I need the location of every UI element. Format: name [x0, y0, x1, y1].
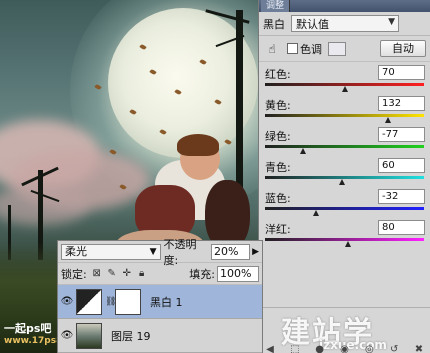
pink-cloud	[0, 185, 90, 225]
preset-value: 默认值	[296, 17, 329, 31]
image-layer-thumbnail	[76, 322, 102, 349]
layers-blend-row: 柔光 ▼ 不透明度: 20% ▶	[58, 238, 262, 267]
panel-footer-icons: ◀ ⬚ ● ◉ ◎ ↺ ✖	[263, 344, 426, 353]
slider-row: 蓝色: -32	[259, 186, 430, 217]
chevron-down-icon: ▼	[149, 246, 157, 257]
panel-footer: 建站学 jzxue.com ◀ ⬚ ● ◉ ◎ ↺ ✖	[259, 307, 430, 353]
layer-row-19[interactable]: 👁︎ 图层 19	[58, 319, 262, 353]
back-arrow-icon[interactable]: ◀	[263, 344, 277, 353]
delete-icon[interactable]: ✖	[412, 344, 426, 353]
slider-thumb[interactable]	[345, 241, 352, 247]
opacity-field[interactable]: 20%	[211, 243, 251, 260]
adjustment-layer-thumbnail	[76, 288, 102, 315]
layer-mask-thumbnail[interactable]	[115, 288, 141, 315]
tint-checkbox[interactable]	[287, 43, 298, 54]
slider-thumb[interactable]	[342, 86, 348, 92]
tint-label: 色调	[300, 42, 322, 56]
lock-all-icon[interactable]: 🔒︎	[136, 268, 148, 279]
slider-label: 黄色:	[265, 99, 291, 112]
slider-value-field[interactable]: 60	[378, 158, 425, 173]
slider-label: 洋红:	[265, 223, 291, 236]
preset-dropdown[interactable]: 默认值 ▼	[291, 15, 399, 32]
layer-row-bw[interactable]: 👁︎ ⛓ 黑白 1	[58, 285, 262, 319]
slider-track[interactable]	[265, 207, 424, 210]
slider-thumb[interactable]	[338, 179, 345, 185]
tab-adjustments[interactable]: 调整	[261, 0, 291, 12]
watermark-bottom-left: 一起ps吧	[4, 322, 52, 335]
layer-name: 黑白 1	[150, 295, 183, 309]
eye-icon[interactable]: 👁︎	[58, 296, 76, 307]
slider-label: 红色:	[265, 68, 291, 81]
eye-icon[interactable]: 👁︎	[58, 330, 76, 341]
layer-name: 图层 19	[111, 329, 151, 343]
slider-thumb[interactable]	[300, 148, 307, 154]
adjustments-panel: 调整 黑白 默认值 ▼ ☝ 色调 自动 红色: 70 黄色: 132 绿色: -77 青色:…	[258, 0, 430, 353]
auto-button[interactable]: 自动	[380, 40, 426, 57]
slider-track[interactable]	[265, 114, 424, 117]
slider-row: 绿色: -77	[259, 124, 430, 155]
lock-label: 锁定:	[61, 267, 87, 281]
adjustment-header: 黑白 默认值 ▼	[259, 12, 430, 36]
tint-color-swatch[interactable]	[328, 41, 346, 56]
slider-value-field[interactable]: 80	[378, 220, 425, 235]
link-icon: ⛓	[105, 296, 117, 307]
slider-label: 蓝色:	[265, 192, 291, 205]
panel-tab-bar: 调整	[259, 0, 430, 12]
layers-panel: 柔光 ▼ 不透明度: 20% ▶ 锁定: ⊠ ✎ ✛ 🔒︎ 填充: 100% 👁…	[57, 238, 263, 353]
visibility-icon[interactable]: ◉	[337, 344, 351, 353]
adjustment-name: 黑白	[263, 17, 285, 31]
targeted-adjustment-hand-icon[interactable]: ☝	[263, 41, 281, 57]
slider-thumb[interactable]	[313, 210, 320, 216]
reset-icon[interactable]: ↺	[387, 344, 401, 353]
expand-view-icon[interactable]: ⬚	[288, 344, 302, 353]
chevron-down-icon: ▼	[388, 17, 395, 27]
slider-value-field[interactable]: -32	[378, 189, 425, 204]
clip-to-layer-icon[interactable]: ●	[313, 344, 327, 353]
slider-row: 青色: 60	[259, 155, 430, 186]
tint-row: ☝ 色调 自动	[259, 36, 430, 62]
slider-label: 绿色:	[265, 130, 291, 143]
blend-mode-dropdown[interactable]: 柔光 ▼	[61, 243, 161, 260]
fill-label: 填充:	[189, 267, 215, 281]
blend-mode-value: 柔光	[65, 244, 87, 258]
layers-lock-row: 锁定: ⊠ ✎ ✛ 🔒︎ 填充: 100%	[58, 263, 262, 285]
slider-row: 红色: 70	[259, 62, 430, 93]
slider-value-field[interactable]: 132	[378, 96, 425, 111]
lock-position-icon[interactable]: ✛	[121, 268, 133, 279]
slider-track[interactable]	[265, 145, 424, 148]
opacity-arrow-icon[interactable]: ▶	[252, 247, 259, 257]
lock-transparency-icon[interactable]: ⊠	[91, 268, 103, 279]
slider-value-field[interactable]: -77	[378, 127, 425, 142]
view-previous-icon[interactable]: ◎	[362, 344, 376, 353]
color-sliders: 红色: 70 黄色: 132 绿色: -77 青色: 60 蓝色: -32 洋红: 80	[259, 62, 430, 248]
opacity-label: 不透明度:	[163, 237, 197, 267]
slider-row: 洋红: 80	[259, 217, 430, 248]
slider-row: 黄色: 132	[259, 93, 430, 124]
slider-value-field[interactable]: 70	[378, 65, 425, 80]
fill-field[interactable]: 100%	[217, 265, 259, 282]
lock-image-icon[interactable]: ✎	[106, 268, 118, 279]
slider-label: 青色:	[265, 161, 291, 174]
slider-thumb[interactable]	[385, 117, 392, 123]
